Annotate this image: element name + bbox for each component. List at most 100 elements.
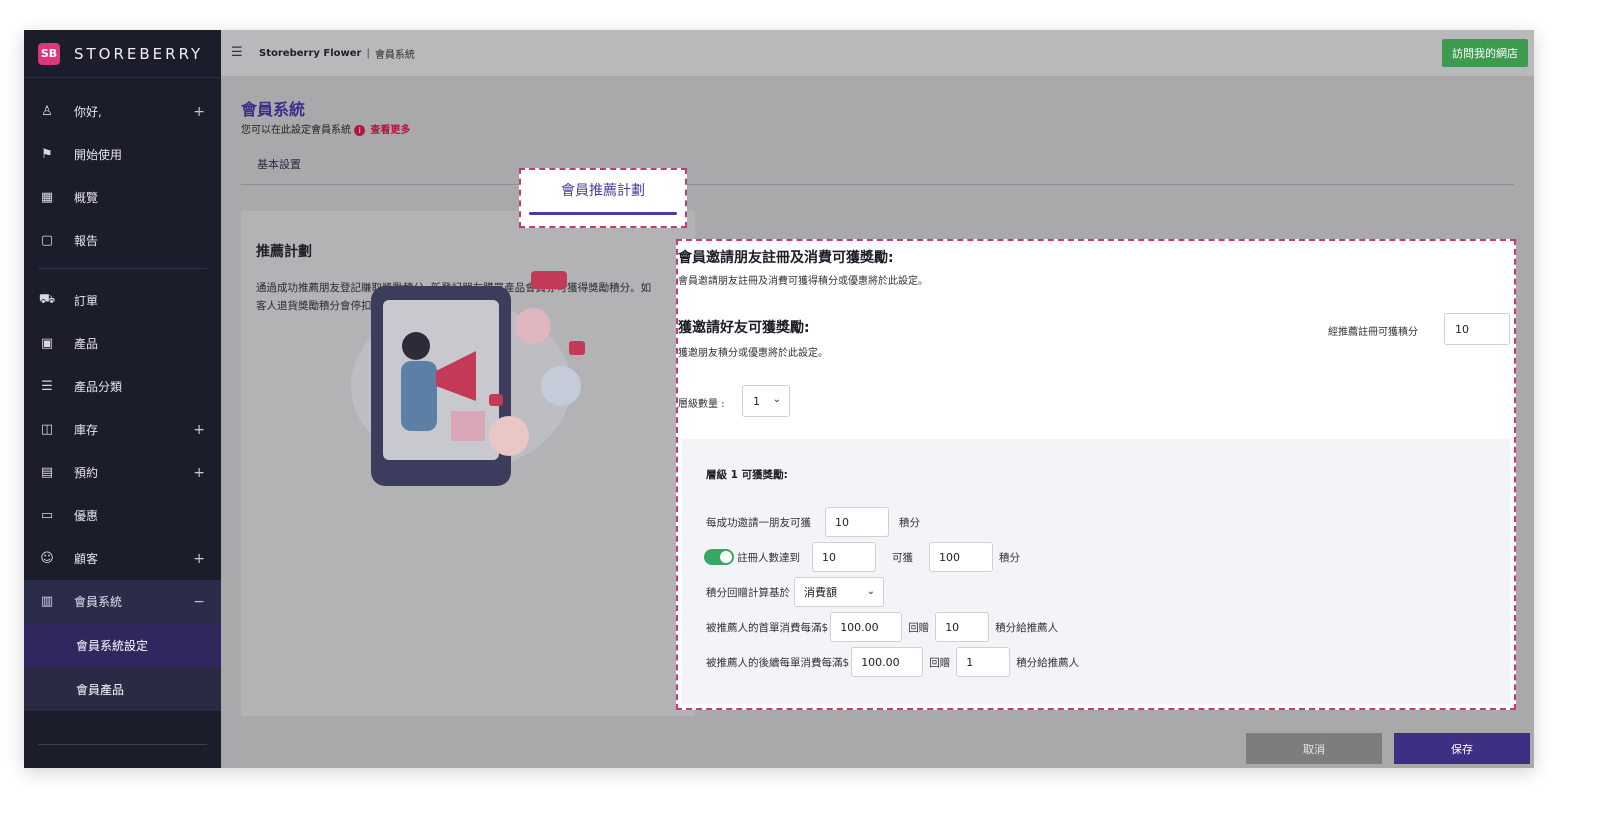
first-order-label: 被推薦人的首單消費每滿$ bbox=[706, 621, 829, 634]
first-order-mid: 回贈 bbox=[908, 621, 930, 634]
sidebar-item-label: 報告 bbox=[74, 234, 99, 248]
signup-threshold-points-input[interactable]: 100 bbox=[929, 542, 993, 572]
category-icon: ☰ bbox=[41, 379, 53, 394]
subsequent-order-mid: 回贈 bbox=[929, 656, 951, 669]
see-more-link[interactable]: 查看更多 bbox=[370, 125, 410, 136]
sidebar-item-label: 顧客 bbox=[74, 552, 99, 566]
customer-icon: ☺ bbox=[40, 551, 54, 566]
signup-threshold-input[interactable]: 10 bbox=[812, 542, 876, 572]
chart-icon: ▦ bbox=[40, 190, 54, 205]
expand-icon[interactable]: + bbox=[193, 104, 205, 120]
app-window: SB STOREBERRY ♙ 你好, + ⚑ 開始使用 ▦ 概覽 ▢ 報告 ⛟ 訂單 ▣ 產品 ☰ 產品分… bbox=[24, 30, 1534, 768]
storeberry-logo-icon: SB bbox=[38, 42, 60, 65]
save-button[interactable]: 保存 bbox=[1394, 733, 1530, 764]
tab-referral-program[interactable]: 會員推薦計劃 bbox=[519, 168, 687, 228]
sidebar-item-customer[interactable]: ☺ 顧客 + bbox=[24, 537, 221, 580]
sidebar-subitem-member-products[interactable]: 會員產品 bbox=[24, 667, 221, 711]
member-reward-title: 會員邀請朋友註冊及消費可獲獎勵: bbox=[678, 250, 894, 266]
chevron-down-icon: ⌄ bbox=[772, 394, 781, 405]
tier-count-label: 層級數量 : bbox=[678, 399, 725, 410]
expand-icon[interactable]: + bbox=[193, 465, 205, 481]
tier-1-box: 層級 1 可獲獎勵: 每成功邀請一朋友可獲 10 積分 註冊人數達到 10 可獲… bbox=[682, 439, 1510, 704]
top-bar: ☰ Storeberry Flower | 會員系統 訪問我的網店 bbox=[221, 30, 1534, 76]
sidebar-item-label: 庫存 bbox=[74, 423, 99, 437]
chevron-down-icon: ⌄ bbox=[866, 586, 875, 597]
membership-icon: ▥ bbox=[40, 594, 54, 609]
breadcrumb-separator: | bbox=[366, 47, 370, 59]
signup-threshold-toggle[interactable] bbox=[704, 549, 734, 565]
tab-referral-label: 會員推薦計劃 bbox=[561, 183, 645, 199]
page-subtitle: 您可以在此設定會員系統 i 查看更多 bbox=[241, 121, 410, 136]
sidebar-item-category[interactable]: ☰ 產品分類 bbox=[24, 365, 221, 408]
tab-active-indicator bbox=[529, 212, 677, 215]
coupon-icon: ▭ bbox=[40, 508, 54, 523]
sidebar-item-label: 訂單 bbox=[74, 294, 99, 308]
inventory-icon: ◫ bbox=[40, 422, 54, 437]
first-order-amount-input[interactable]: 100.00 bbox=[830, 612, 903, 642]
sidebar-item-membership[interactable]: ▥ 會員系統 − bbox=[24, 580, 221, 623]
sidebar-item-product[interactable]: ▣ 產品 bbox=[24, 322, 221, 365]
sidebar-item-label: 你好, bbox=[74, 105, 102, 119]
sidebar-item-label: 優惠 bbox=[74, 509, 99, 523]
sidebar-item-label: 產品 bbox=[74, 337, 99, 351]
sidebar-divider bbox=[38, 744, 207, 745]
per-invite-points-input[interactable]: 10 bbox=[825, 507, 889, 537]
referral-illustration bbox=[351, 271, 585, 486]
signup-threshold-unit: 積分 bbox=[999, 551, 1020, 564]
footer-bar: 取消 保存 bbox=[221, 730, 1534, 768]
sidebar-item-label: 概覽 bbox=[74, 191, 99, 205]
info-icon: i bbox=[354, 125, 366, 136]
signup-threshold-mid: 可獲 bbox=[892, 551, 913, 564]
sidebar-nav: ♙ 你好, + ⚑ 開始使用 ▦ 概覽 ▢ 報告 ⛟ 訂單 ▣ 產品 ☰ 產品分類 ◫ 庫存 + ▤ 預約 + ▭ 優惠 ☺ 顧… bbox=[24, 78, 221, 711]
calc-basis-select[interactable]: 消費額 ⌄ bbox=[794, 577, 884, 607]
calendar-icon: ▤ bbox=[40, 465, 54, 480]
sidebar-subitem-member-settings[interactable]: 會員系統設定 bbox=[24, 623, 221, 667]
product-icon: ▣ bbox=[40, 336, 54, 351]
sidebar-item-calendar[interactable]: ▤ 預約 + bbox=[24, 451, 221, 494]
referral-signup-points-label: 經推薦註冊可獲積分 bbox=[1328, 327, 1418, 338]
collapse-icon[interactable]: − bbox=[193, 594, 205, 610]
invitee-reward-subtitle: 獲邀朋友積分或優惠將於此設定。 bbox=[678, 348, 828, 359]
sidebar-item-coupon[interactable]: ▭ 優惠 bbox=[24, 494, 221, 537]
tier-count-value: 1 bbox=[753, 394, 760, 408]
document-icon: ▢ bbox=[40, 233, 54, 248]
expand-icon[interactable]: + bbox=[193, 551, 205, 567]
first-order-unit: 積分給推薦人 bbox=[995, 621, 1059, 634]
sidebar-separator bbox=[38, 268, 207, 269]
sidebar-item-label: 產品分類 bbox=[74, 380, 123, 394]
sidebar-item-document[interactable]: ▢ 報告 bbox=[24, 219, 221, 262]
breadcrumb-page: 會員系統 bbox=[374, 49, 415, 61]
visit-store-button[interactable]: 訪問我的網店 bbox=[1442, 39, 1528, 67]
expand-icon[interactable]: + bbox=[193, 422, 205, 438]
cart-icon: ⛟ bbox=[38, 292, 56, 307]
sidebar-item-label: 開始使用 bbox=[74, 148, 123, 162]
main-content: 會員系統 您可以在此設定會員系統 i 查看更多 基本設置 推薦計劃 通過成功推薦… bbox=[221, 76, 1534, 768]
tier-count-select[interactable]: 1 ⌄ bbox=[742, 385, 790, 417]
subsequent-order-points-input[interactable]: 1 bbox=[956, 647, 1011, 677]
row-first-order: 被推薦人的首單消費每滿$ 100.00 回贈 10 積分給推薦人 bbox=[706, 612, 1058, 642]
sidebar-item-chart[interactable]: ▦ 概覽 bbox=[24, 176, 221, 219]
row-signup-threshold: 註冊人數達到 10 可獲 100 積分 bbox=[704, 542, 1020, 572]
calc-basis-value: 消費額 bbox=[804, 586, 837, 599]
subsequent-order-amount-input[interactable]: 100.00 bbox=[851, 647, 924, 677]
user-icon: ♙ bbox=[41, 104, 53, 119]
reward-settings-panel: 會員邀請朋友註冊及消費可獲獎勵: 會員邀請朋友註冊及消費可獲得積分或優惠將於此設… bbox=[676, 239, 1516, 710]
tab-basic-settings[interactable]: 基本設置 bbox=[257, 156, 301, 172]
first-order-points-input[interactable]: 10 bbox=[935, 612, 990, 642]
member-reward-subtitle: 會員邀請朋友註冊及消費可獲得積分或優惠將於此設定。 bbox=[678, 276, 928, 287]
invitee-reward-title: 獲邀請好友可獲獎勵: bbox=[678, 320, 810, 336]
breadcrumb-store[interactable]: Storeberry Flower bbox=[259, 48, 361, 59]
menu-toggle-icon[interactable]: ☰ bbox=[231, 46, 245, 59]
referral-signup-points-input[interactable]: 10 bbox=[1444, 313, 1510, 345]
sidebar-item-label: 預約 bbox=[74, 466, 99, 480]
cancel-button[interactable]: 取消 bbox=[1246, 733, 1382, 764]
flag-icon: ⚑ bbox=[41, 147, 53, 162]
subsequent-order-unit: 積分給推薦人 bbox=[1016, 656, 1080, 669]
sidebar-item-user[interactable]: ♙ 你好, + bbox=[24, 90, 221, 133]
page-title: 會員系統 bbox=[241, 100, 306, 119]
brand[interactable]: SB STOREBERRY bbox=[24, 30, 221, 78]
sidebar: SB STOREBERRY ♙ 你好, + ⚑ 開始使用 ▦ 概覽 ▢ 報告 ⛟ 訂單 ▣ 產品 ☰ 產品分… bbox=[24, 30, 221, 768]
sidebar-item-inventory[interactable]: ◫ 庫存 + bbox=[24, 408, 221, 451]
sidebar-item-cart[interactable]: ⛟ 訂單 bbox=[24, 279, 221, 322]
sidebar-item-flag[interactable]: ⚑ 開始使用 bbox=[24, 133, 221, 176]
